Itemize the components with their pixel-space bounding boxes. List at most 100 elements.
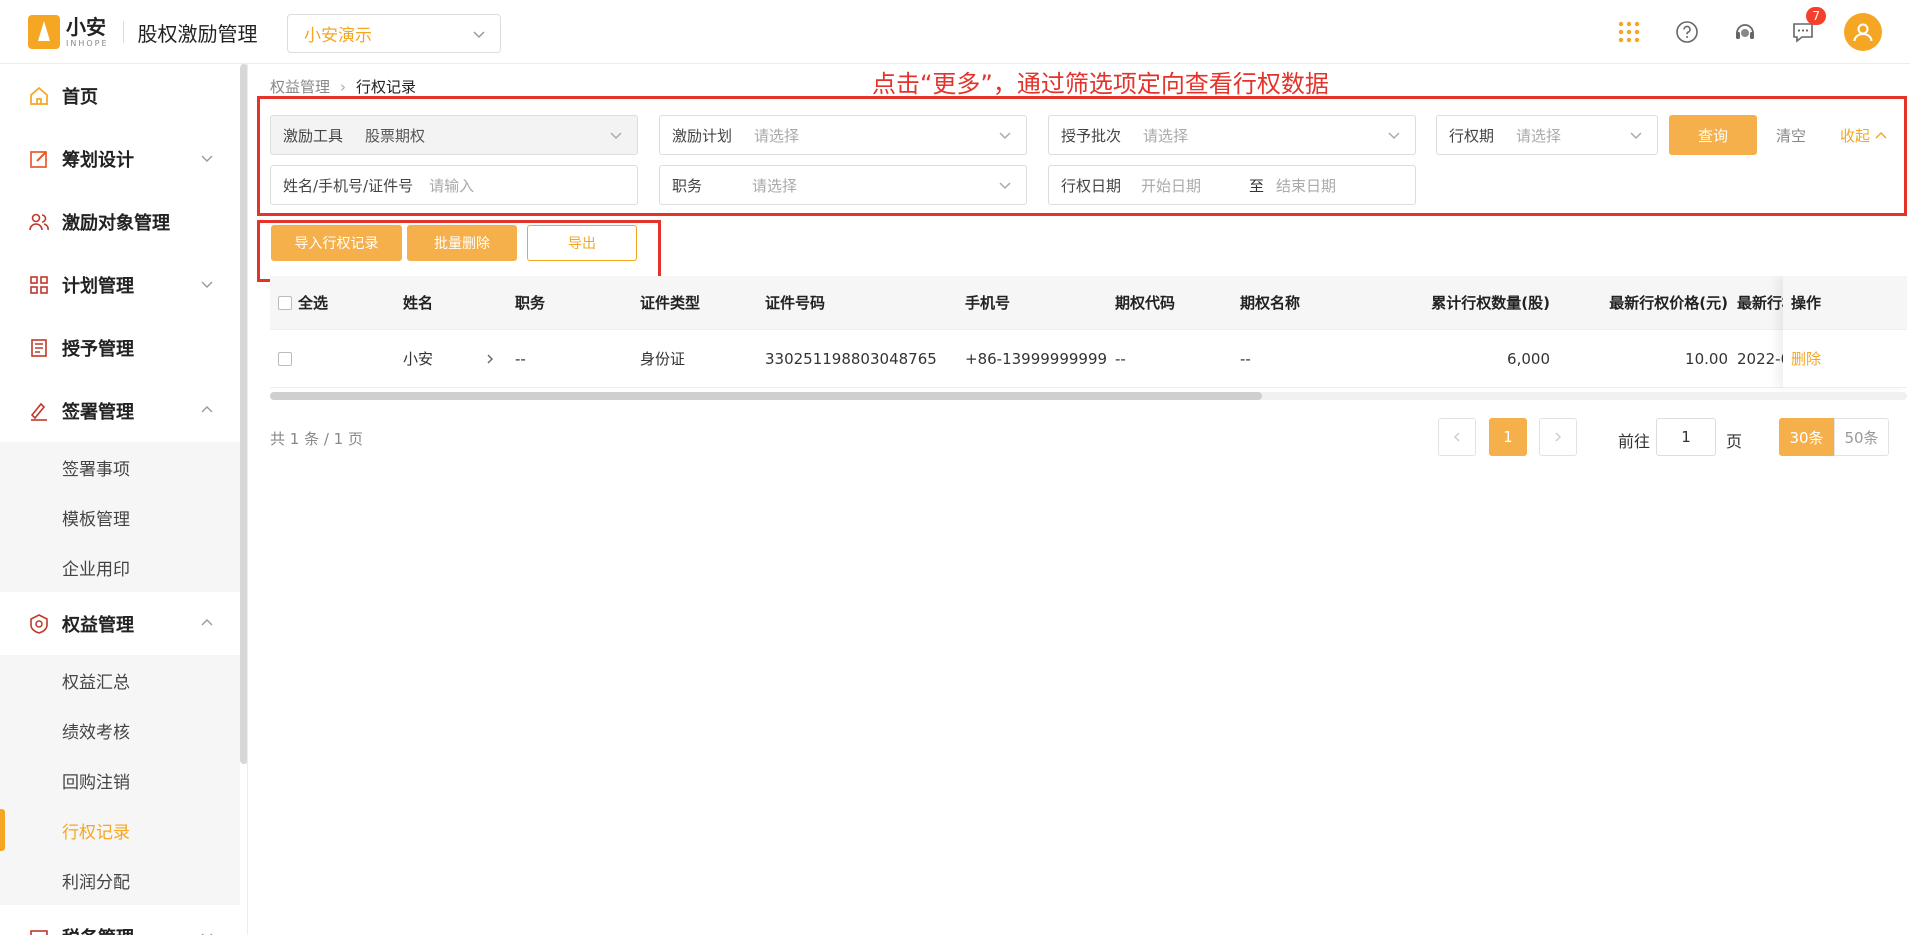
chevron-down-icon [1630, 132, 1642, 140]
sidebar-item-tax[interactable]: 税务管理 [0, 905, 240, 935]
page-button-current[interactable]: 1 [1489, 418, 1527, 456]
filter-tool[interactable]: 激励工具 股票期权 [270, 115, 638, 155]
sidebar-item-home[interactable]: 首页 [0, 64, 240, 127]
sidebar-item-signing[interactable]: 签署管理 [0, 379, 240, 442]
filter-name[interactable]: 姓名/手机号/证件号 请输入 [270, 165, 638, 205]
col-name: 姓名 [403, 294, 434, 312]
help-icon[interactable] [1672, 17, 1702, 47]
chevron-right-icon[interactable] [484, 330, 496, 387]
cell-option-name: -- [1240, 349, 1251, 368]
filter-batch[interactable]: 授予批次 请选择 [1048, 115, 1416, 155]
chevron-up-icon [201, 406, 213, 413]
col-position: 职务 [515, 294, 546, 312]
sidebar-subitem-exercise-records[interactable]: 行权记录 [0, 805, 240, 855]
sidebar-subitem-equity-summary[interactable]: 权益汇总 [0, 655, 240, 705]
sidebar-item-grant[interactable]: 授予管理 [0, 316, 240, 379]
chevron-up-icon [1875, 131, 1887, 139]
logo-divider [122, 21, 124, 43]
chevron-right-icon [1555, 432, 1561, 442]
page-size-30[interactable]: 30条 [1779, 418, 1834, 456]
cell-phone: +86-13999999999 [965, 349, 1108, 368]
sidebar: 首页 筹划设计 激励对象管理 计划管理 授予管理 签署管理 签署事项 模板管理 [0, 64, 248, 935]
sidebar-item-planning[interactable]: 筹划设计 [0, 127, 240, 190]
col-option-name: 期权名称 [1240, 294, 1301, 312]
horizontal-scrollbar[interactable] [270, 392, 1907, 400]
operation-column: 操作 删除 [1783, 276, 1907, 388]
batch-delete-button[interactable]: 批量删除 [407, 225, 517, 261]
chevron-left-icon [1454, 432, 1460, 442]
goto-label: 前往 [1618, 432, 1651, 451]
col-option-code: 期权代码 [1115, 294, 1176, 312]
main-content: 权益管理 › 行权记录 点击“更多”，通过筛选项定向查看行权数据 激励工具 股票… [248, 64, 1910, 935]
logo[interactable]: 小安 INHOPE 股权激励管理 [28, 15, 258, 49]
message-icon[interactable]: 7 [1788, 7, 1826, 47]
breadcrumb-parent[interactable]: 权益管理 [270, 76, 330, 97]
filter-period[interactable]: 行权期 请选择 [1436, 115, 1658, 155]
query-button[interactable]: 查询 [1669, 115, 1757, 155]
signature-icon [28, 400, 50, 422]
chevron-up-icon [201, 619, 213, 626]
goto-page-input[interactable]: 1 [1656, 418, 1716, 456]
sidebar-subitem-performance[interactable]: 绩效考核 [0, 705, 240, 755]
clear-button[interactable]: 清空 [1776, 125, 1806, 146]
signing-submenu: 签署事项 模板管理 企业用印 [0, 442, 240, 592]
filter-position[interactable]: 职务 请选择 [659, 165, 1027, 205]
filter-plan[interactable]: 激励计划 请选择 [659, 115, 1027, 155]
prev-page-button[interactable] [1438, 418, 1476, 456]
select-all[interactable]: 全选 [278, 276, 328, 329]
cell-id-no: 330251198803048765 [765, 349, 937, 368]
customer-service-icon[interactable] [1730, 17, 1760, 47]
cell-qty: 6,000 [1507, 349, 1550, 368]
checkbox-icon[interactable] [278, 295, 292, 310]
breadcrumb: 权益管理 › 行权记录 [270, 76, 416, 97]
sidebar-subitem-profit-distribution[interactable]: 利润分配 [0, 855, 240, 905]
logo-name: 小安 [66, 14, 106, 39]
delete-link[interactable]: 删除 [1783, 330, 1907, 388]
date-end-input[interactable]: 结束日期 [1276, 175, 1336, 196]
message-badge: 7 [1806, 7, 1826, 25]
user-icon [1853, 23, 1873, 42]
sidebar-subitem-seal[interactable]: 企业用印 [0, 542, 240, 592]
org-select-value: 小安演示 [304, 26, 372, 46]
import-records-button[interactable]: 导入行权记录 [271, 225, 402, 261]
next-page-button[interactable] [1539, 418, 1577, 456]
sidebar-menu: 首页 筹划设计 激励对象管理 计划管理 授予管理 签署管理 签署事项 模板管理 [0, 64, 240, 935]
home-icon [28, 85, 50, 107]
sidebar-item-plan-management[interactable]: 计划管理 [0, 253, 240, 316]
chevron-down-icon [201, 155, 213, 162]
date-start-input[interactable]: 开始日期 [1141, 175, 1249, 196]
export-button[interactable]: 导出 [527, 225, 637, 261]
sidebar-subitem-templates[interactable]: 模板管理 [0, 492, 240, 542]
col-price: 最新行权价格(元) [1609, 294, 1728, 312]
chevron-down-icon [1388, 132, 1400, 140]
page-size-50[interactable]: 50条 [1834, 418, 1889, 456]
collapse-button[interactable]: 收起 [1840, 125, 1888, 146]
col-operation: 操作 [1783, 276, 1907, 330]
logo-mark-icon [28, 15, 60, 49]
chevron-down-icon [201, 933, 213, 935]
row-checkbox[interactable] [278, 351, 292, 366]
equity-submenu: 权益汇总 绩效考核 回购注销 行权记录 利润分配 [0, 655, 240, 905]
apps-grid-icon[interactable] [1614, 17, 1644, 47]
tax-icon [28, 926, 50, 935]
scrollbar-thumb[interactable] [270, 392, 1262, 400]
table-row[interactable]: 小安 -- 身份证 330251198803048765 +86-1399999… [270, 330, 1907, 388]
users-icon [28, 211, 50, 233]
edit-icon [28, 148, 50, 170]
org-select[interactable]: 小安演示 [287, 14, 501, 53]
sidebar-scrollbar[interactable] [240, 64, 247, 764]
sidebar-item-equity[interactable]: 权益管理 [0, 592, 240, 655]
grid-icon [28, 274, 50, 296]
user-avatar[interactable] [1844, 13, 1882, 51]
chevron-down-icon [999, 182, 1011, 190]
pager-info: 共 1 条 / 1 页 [270, 430, 363, 448]
table-header: 全选 姓名 职务 证件类型 证件号码 手机号 期权代码 期权名称 累计行权数量(… [270, 276, 1907, 330]
sidebar-subitem-buyback[interactable]: 回购注销 [0, 755, 240, 805]
sidebar-item-participants[interactable]: 激励对象管理 [0, 190, 240, 253]
filter-date-range[interactable]: 行权日期 开始日期 至 结束日期 [1048, 165, 1416, 205]
col-phone: 手机号 [965, 294, 1011, 312]
col-id-type: 证件类型 [640, 294, 701, 312]
sidebar-subitem-sign-items[interactable]: 签署事项 [0, 442, 240, 492]
chevron-down-icon [473, 31, 485, 39]
cell-position: -- [515, 349, 526, 368]
